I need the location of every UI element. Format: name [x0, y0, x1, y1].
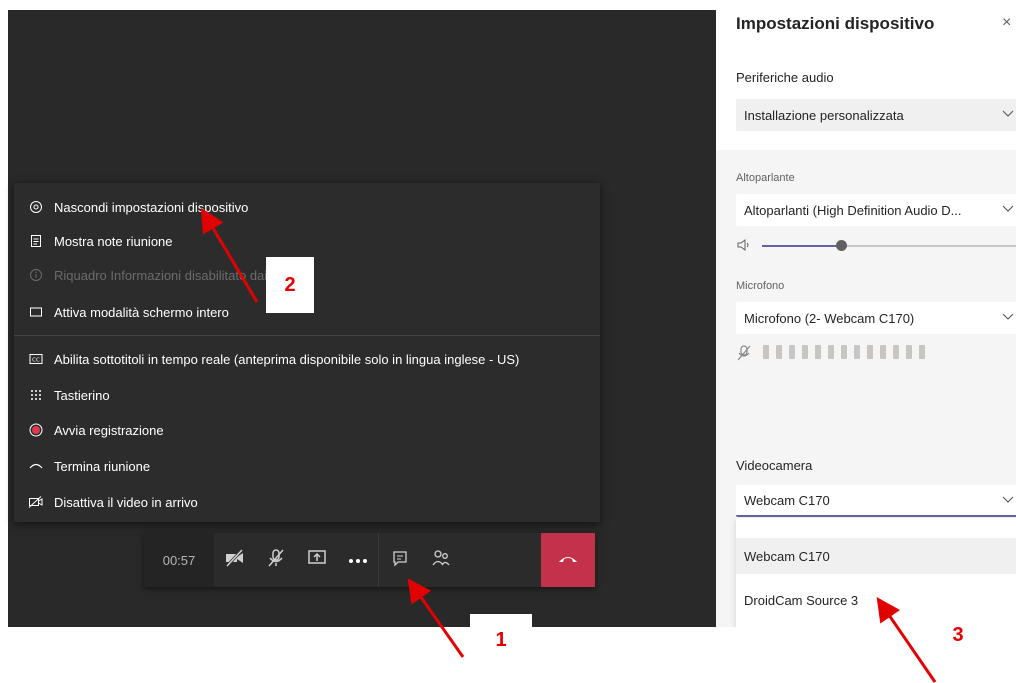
- menu-item-keypad[interactable]: Tastierino: [14, 378, 600, 412]
- camera-option-webcam[interactable]: Webcam C170: [736, 538, 1016, 574]
- call-toolbar: 00:57: [144, 533, 595, 587]
- menu-item-label: Tastierino: [54, 387, 110, 403]
- participants-button[interactable]: [420, 533, 461, 587]
- mic-off-icon: [266, 548, 286, 573]
- more-actions-menu: Nascondi impostazioni dispositivo Mostra…: [14, 183, 600, 522]
- mic-toggle-button[interactable]: [255, 533, 296, 587]
- camera-value: Webcam C170: [744, 492, 830, 508]
- menu-item-live-captions[interactable]: CC Abilita sottotitoli in tempo reale (a…: [14, 342, 600, 376]
- fullscreen-icon: [28, 304, 44, 320]
- mic-level-bar: [854, 345, 860, 359]
- chevron-down-icon: [1002, 202, 1014, 217]
- left-strip: [0, 0, 8, 627]
- menu-item-label: Mostra note riunione: [54, 233, 173, 249]
- mic-label: Microfono: [736, 280, 785, 292]
- mic-level-bar: [841, 345, 847, 359]
- top-strip: [0, 0, 716, 10]
- mic-value: Microfono (2- Webcam C170): [744, 310, 915, 326]
- chat-icon: [391, 549, 409, 572]
- mic-level-bar: [776, 345, 782, 359]
- mic-level-bar: [815, 345, 821, 359]
- more-actions-icon: [348, 551, 368, 569]
- camera-toggle-button[interactable]: [214, 533, 255, 587]
- audio-devices-select[interactable]: Installazione personalizzata: [736, 99, 1016, 131]
- menu-item-label: Avvia registrazione: [54, 422, 164, 438]
- camera-option-droidcam[interactable]: DroidCam Source 3: [736, 582, 1016, 618]
- record-icon: [28, 422, 44, 438]
- mic-level-bar: [802, 345, 808, 359]
- menu-item-start-recording[interactable]: Avvia registrazione: [14, 413, 600, 447]
- participants-icon: [431, 549, 451, 572]
- chevron-down-icon: [1002, 107, 1014, 122]
- mic-level-meter: [756, 345, 925, 359]
- mic-select[interactable]: Microfono (2- Webcam C170): [736, 302, 1016, 334]
- share-screen-icon: [307, 549, 327, 572]
- mic-level-bar: [893, 345, 899, 359]
- keypad-icon: [28, 387, 44, 403]
- captions-icon: CC: [28, 351, 44, 367]
- menu-item-label: Termina riunione: [54, 458, 151, 474]
- speaker-volume-thumb[interactable]: [835, 240, 847, 251]
- mic-muted-icon: [736, 344, 752, 367]
- audio-devices-label: Periferiche audio: [736, 70, 834, 85]
- speaker-label: Altoparlante: [736, 172, 795, 184]
- menu-item-show-notes[interactable]: Mostra note riunione: [14, 224, 600, 258]
- svg-text:CC: CC: [32, 358, 40, 364]
- info-icon: [28, 267, 44, 283]
- mic-level-bar: [919, 345, 925, 359]
- panel-title: Impostazioni dispositivo: [736, 14, 935, 33]
- mic-level-bar: [763, 345, 769, 359]
- mic-level-bar: [906, 345, 912, 359]
- camera-label: Videocamera: [736, 458, 813, 473]
- camera-select[interactable]: Webcam C170: [736, 485, 1016, 517]
- speaker-volume-icon: [736, 238, 752, 257]
- menu-item-hide-device-settings[interactable]: Nascondi impostazioni dispositivo: [14, 190, 600, 224]
- chevron-down-icon: [1002, 493, 1014, 508]
- menu-item-label: Disattiva il video in arrivo: [54, 494, 198, 510]
- menu-item-label: Attiva modalità schermo intero: [54, 304, 229, 320]
- hang-up-icon: [557, 551, 579, 569]
- close-button[interactable]: ×: [1002, 14, 1011, 32]
- menu-divider: [14, 335, 600, 336]
- audio-devices-value: Installazione personalizzata: [744, 107, 904, 123]
- share-screen-button[interactable]: [296, 533, 337, 587]
- speaker-value: Altoparlanti (High Definition Audio D...: [744, 202, 962, 218]
- annotation-badge-2: 2: [266, 257, 314, 313]
- call-timer: 00:57: [144, 533, 214, 587]
- mic-level-bar: [789, 345, 795, 359]
- gear-icon: [28, 199, 44, 215]
- menu-item-label: Nascondi impostazioni dispositivo: [54, 199, 249, 215]
- annotation-badge-1: 1: [470, 614, 532, 666]
- video-off-icon: [28, 494, 44, 510]
- speaker-select[interactable]: Altoparlanti (High Definition Audio D...: [736, 194, 1016, 226]
- speaker-volume-fill: [762, 245, 841, 247]
- mic-level-bar: [867, 345, 873, 359]
- menu-item-end-meeting[interactable]: Termina riunione: [14, 449, 600, 483]
- notes-icon: [28, 233, 44, 249]
- more-actions-button[interactable]: [337, 533, 378, 587]
- menu-item-label: Abilita sottotitoli in tempo reale (ante…: [54, 351, 520, 367]
- chat-button[interactable]: [379, 533, 420, 587]
- chevron-down-icon: [1002, 310, 1014, 325]
- camera-dropdown-list: Webcam C170 DroidCam Source 3: [736, 518, 1016, 627]
- end-meeting-icon: [28, 458, 44, 474]
- camera-off-icon: [224, 548, 246, 572]
- mic-level-bar: [880, 345, 886, 359]
- hang-up-button[interactable]: [541, 533, 595, 587]
- annotation-badge-3: 3: [940, 620, 976, 650]
- mic-level-bar: [828, 345, 834, 359]
- menu-item-disable-incoming-video[interactable]: Disattiva il video in arrivo: [14, 485, 600, 519]
